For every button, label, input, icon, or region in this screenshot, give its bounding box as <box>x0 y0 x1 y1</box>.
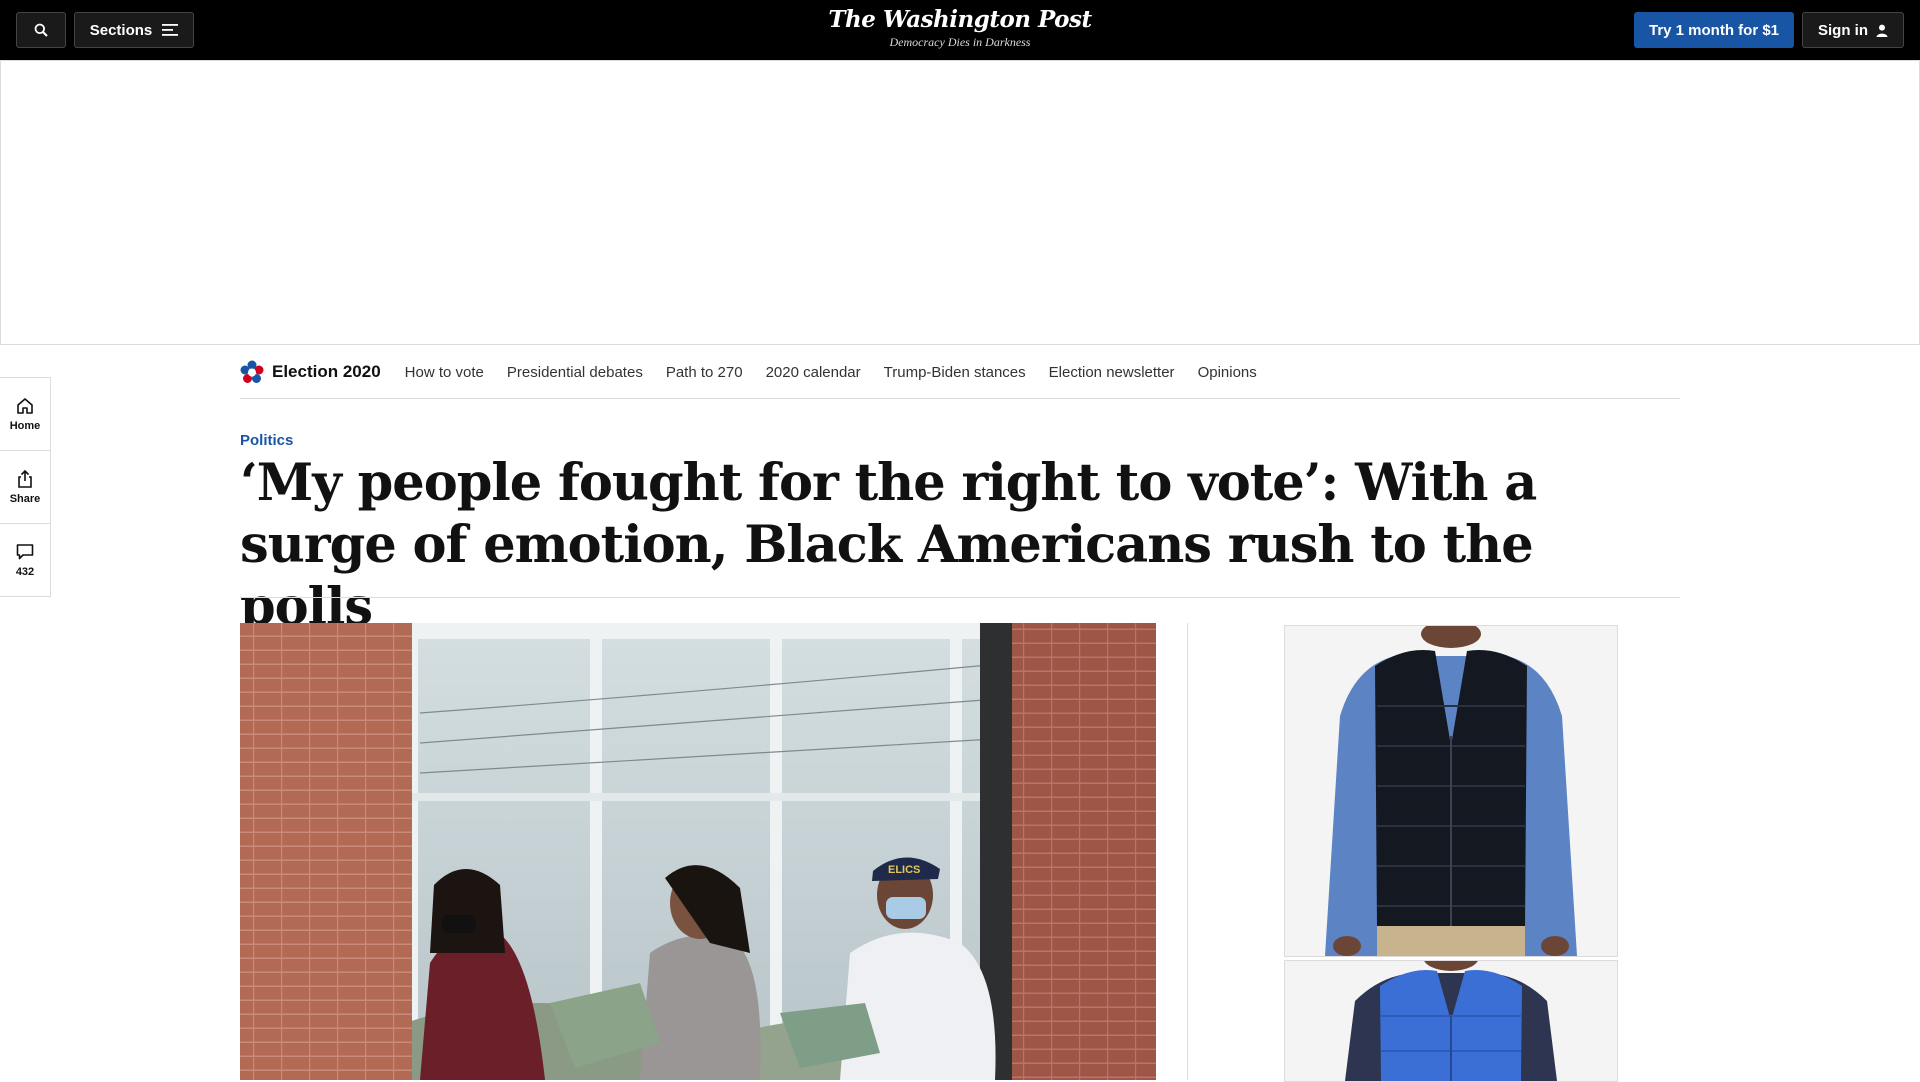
section-kicker[interactable]: Politics <box>240 432 293 449</box>
home-label: Home <box>9 420 41 432</box>
user-icon <box>1876 24 1888 37</box>
nav-path-to-270[interactable]: Path to 270 <box>666 364 743 381</box>
home-button[interactable]: Home <box>0 378 50 451</box>
sign-in-label: Sign in <box>1818 21 1868 39</box>
search-button[interactable] <box>16 12 66 48</box>
share-icon <box>18 469 32 488</box>
tagline: Democracy Dies in Darkness <box>889 35 1031 49</box>
menu-icon <box>162 24 179 36</box>
column-divider <box>1187 623 1188 1080</box>
share-button[interactable]: Share <box>0 451 50 524</box>
left-action-rail: Home Share 432 <box>0 377 51 597</box>
search-icon <box>34 23 48 37</box>
headline-divider <box>240 597 1680 598</box>
svg-text:ELICS: ELICS <box>888 864 920 876</box>
subscribe-offer-button[interactable]: Try 1 month for $1 <box>1634 12 1794 48</box>
sections-label: Sections <box>89 21 153 39</box>
sections-button[interactable]: Sections <box>74 12 194 48</box>
nav-2020-calendar[interactable]: 2020 calendar <box>766 364 861 381</box>
nav-presidential-debates[interactable]: Presidential debates <box>507 364 643 381</box>
lead-photo-illustration: ELICS <box>240 623 1156 1080</box>
home-icon <box>17 398 33 414</box>
ad-product-vest-blue[interactable] <box>1284 960 1618 1082</box>
ad-image-navy-vest <box>1285 626 1617 956</box>
ad-image-blue-vest <box>1285 961 1617 1081</box>
election-star-icon <box>240 360 264 383</box>
sign-in-button[interactable]: Sign in <box>1802 12 1904 48</box>
comments-button[interactable]: 432 <box>0 524 50 596</box>
article-headline: ‘My people fought for the right to vote’… <box>240 453 1537 637</box>
election-subnav: Election 2020 How to vote Presidential d… <box>240 346 1680 399</box>
masthead[interactable]: The Washington Post Democracy Dies in Da… <box>810 6 1110 50</box>
nav-how-to-vote[interactable]: How to vote <box>405 364 484 381</box>
top-navigation-bar: Sections The Washington Post Democracy D… <box>0 0 1920 60</box>
nav-election-newsletter[interactable]: Election newsletter <box>1049 364 1175 381</box>
share-label: Share <box>9 493 41 505</box>
nav-trump-biden-stances[interactable]: Trump-Biden stances <box>884 364 1026 381</box>
comment-icon <box>16 544 34 560</box>
nav-opinions[interactable]: Opinions <box>1198 364 1257 381</box>
election-2020-home-link[interactable]: Election 2020 <box>240 360 381 384</box>
election-title: Election 2020 <box>272 362 381 381</box>
comments-count: 432 <box>15 566 35 578</box>
ad-product-vest-navy[interactable] <box>1284 625 1618 957</box>
site-logo[interactable]: The Washington Post <box>810 6 1110 33</box>
lead-photo[interactable]: ELICS <box>240 623 1156 1080</box>
top-ad-slot <box>0 60 1920 345</box>
